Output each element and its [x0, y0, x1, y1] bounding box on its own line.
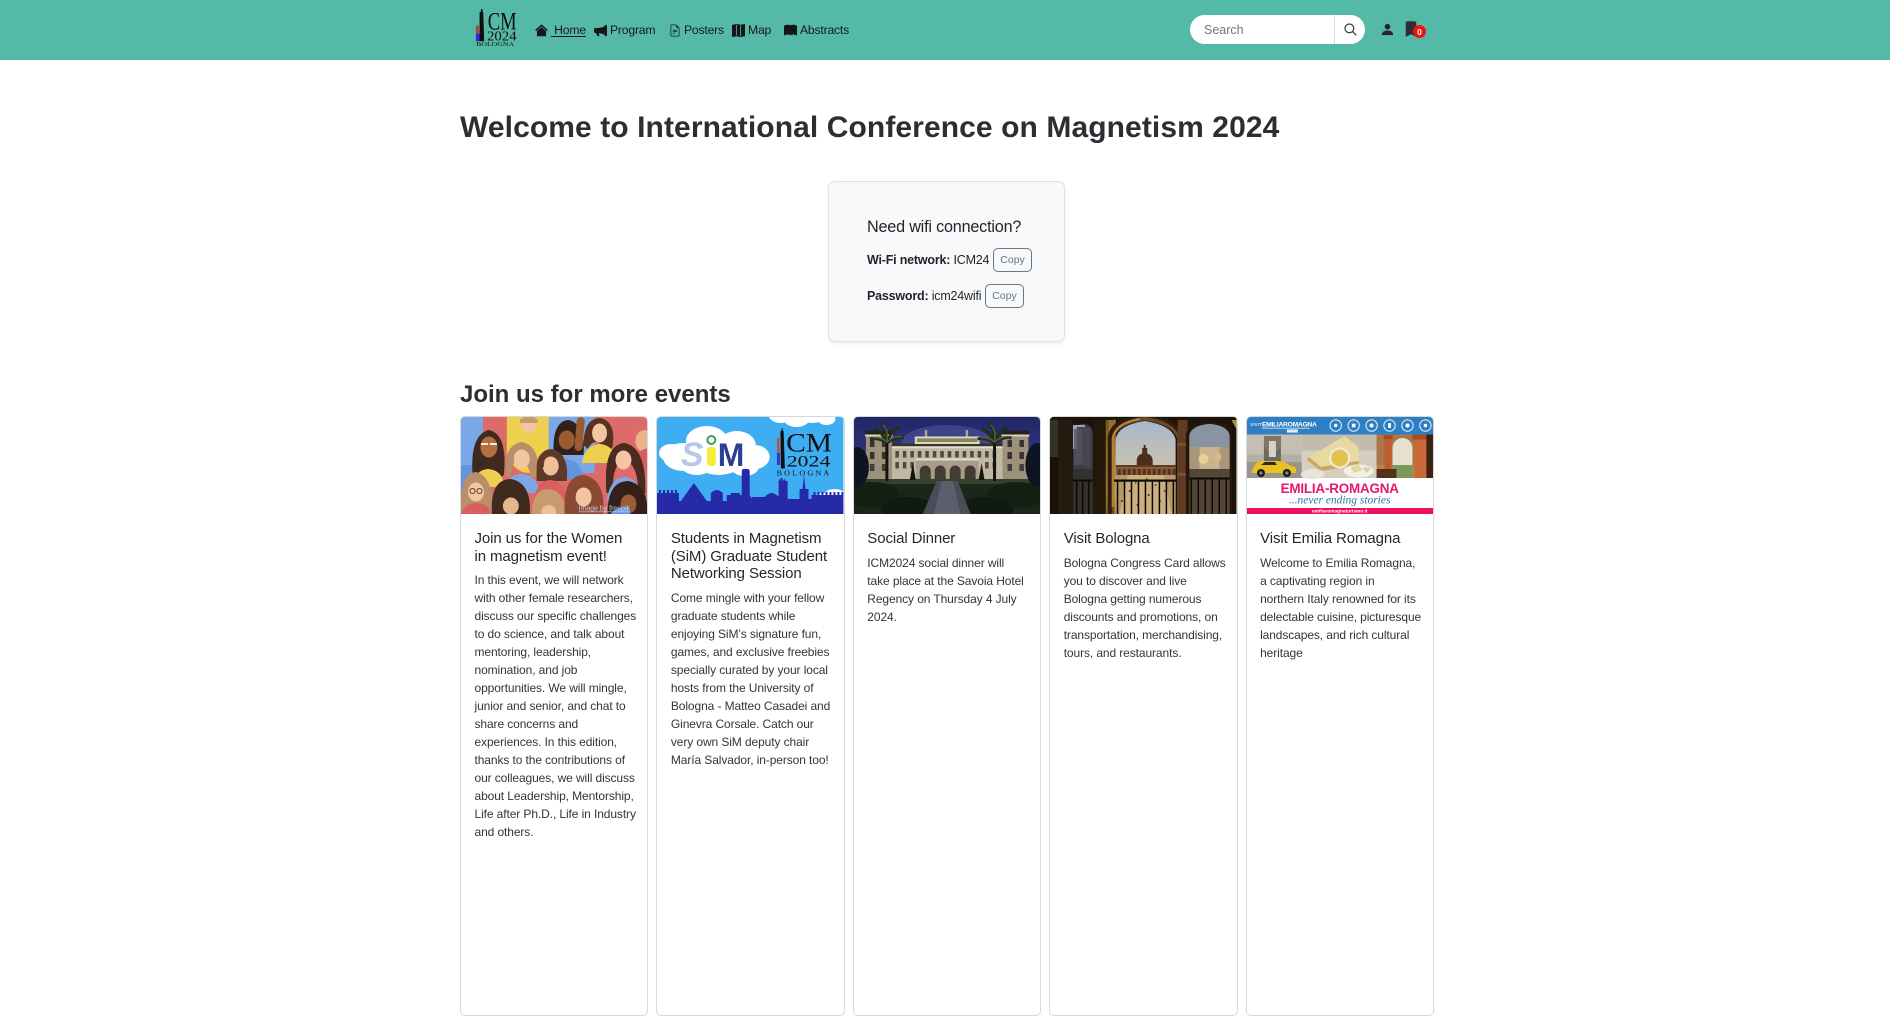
svg-text:2024: 2024 [787, 453, 831, 470]
svg-text:Image by freepik: Image by freepik [579, 505, 631, 512]
svg-text:...never ending stories: ...never ending stories [1289, 494, 1391, 506]
svg-text:EMILIAROMAGNA: EMILIAROMAGNA [1262, 421, 1317, 428]
svg-text:S: S [681, 436, 704, 474]
svg-text:M: M [718, 437, 745, 473]
svg-text:emiliaromagnaturismo.it: emiliaromagnaturismo.it [1312, 508, 1368, 514]
svg-text:VISIT: VISIT [1250, 422, 1262, 428]
